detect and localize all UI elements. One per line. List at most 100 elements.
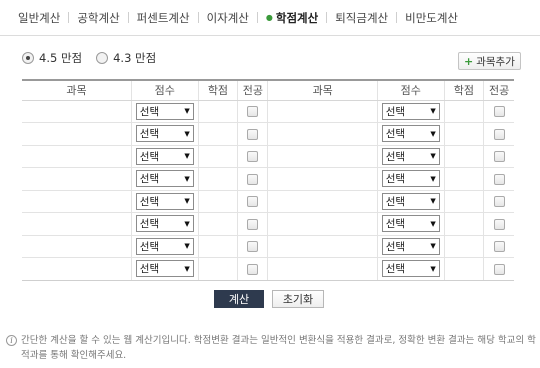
score-select[interactable]: 선택 ▼ bbox=[381, 237, 440, 255]
major-checkbox[interactable] bbox=[247, 173, 259, 185]
tab-bmi[interactable]: 비만도계산 bbox=[397, 0, 466, 36]
subject-input-cell[interactable] bbox=[22, 100, 132, 123]
dropdown-arrow-icon: ▼ bbox=[430, 264, 436, 273]
major-checkbox[interactable] bbox=[493, 173, 505, 185]
header-major: 전공 bbox=[483, 79, 514, 101]
major-cell bbox=[483, 145, 514, 168]
add-subject-button[interactable]: + 과목추가 bbox=[458, 52, 521, 70]
credit-input-cell[interactable] bbox=[443, 190, 484, 213]
major-checkbox[interactable] bbox=[247, 106, 259, 118]
credit-input-cell[interactable] bbox=[443, 257, 484, 281]
credit-input-cell[interactable] bbox=[443, 212, 484, 236]
score-select[interactable]: 선택 ▼ bbox=[381, 170, 440, 188]
subject-input-cell[interactable] bbox=[267, 235, 378, 258]
tab-grade[interactable]: ● 학점계산 bbox=[258, 0, 326, 36]
dropdown-arrow-icon: ▼ bbox=[184, 219, 190, 228]
subject-input-cell[interactable] bbox=[267, 100, 378, 123]
calculate-button[interactable]: 계산 bbox=[214, 290, 264, 308]
subject-input-cell[interactable] bbox=[22, 167, 132, 191]
score-cell: 선택 ▼ bbox=[130, 122, 199, 146]
credit-input-cell[interactable] bbox=[443, 145, 484, 168]
subject-input-cell[interactable] bbox=[22, 145, 132, 168]
credit-input-cell[interactable] bbox=[197, 235, 238, 258]
credit-input-cell[interactable] bbox=[197, 167, 238, 191]
major-checkbox[interactable] bbox=[247, 218, 259, 230]
credit-input-cell[interactable] bbox=[197, 145, 238, 168]
tab-general[interactable]: 일반계산 bbox=[10, 0, 68, 36]
info-note-text: 간단한 계산을 할 수 있는 웹 계산기입니다. 학점변환 결과는 일반적인 변… bbox=[21, 335, 536, 361]
score-select[interactable]: 선택 ▼ bbox=[381, 215, 440, 233]
subject-input-cell[interactable] bbox=[22, 235, 132, 258]
score-select[interactable]: 선택 ▼ bbox=[135, 192, 194, 210]
header-score: 점수 bbox=[376, 79, 445, 101]
score-select[interactable]: 선택 ▼ bbox=[381, 147, 440, 165]
tab-label: 학점계산 bbox=[275, 10, 319, 25]
score-select[interactable]: 선택 ▼ bbox=[381, 102, 440, 120]
major-checkbox[interactable] bbox=[493, 263, 505, 275]
subject-input-cell[interactable] bbox=[22, 257, 132, 281]
score-cell: 선택 ▼ bbox=[376, 100, 445, 123]
credit-input-cell[interactable] bbox=[443, 100, 484, 123]
grade-table: 과목 점수 학점 전공 과목 점수 학점 전공 선택 ▼ 선택 ▼ 선택 ▼ 선택 ▼ 선택 ▼ 선… bbox=[22, 79, 514, 281]
table-row: 선택 ▼ 선택 ▼ bbox=[22, 100, 514, 123]
tab-severance[interactable]: 퇴직금계산 bbox=[327, 0, 396, 36]
score-select-value: 선택 bbox=[139, 195, 160, 208]
dropdown-arrow-icon: ▼ bbox=[430, 197, 436, 206]
subject-input-cell[interactable] bbox=[22, 122, 132, 146]
score-select[interactable]: 선택 ▼ bbox=[135, 147, 194, 165]
major-checkbox[interactable] bbox=[247, 241, 259, 253]
credit-input-cell[interactable] bbox=[197, 100, 238, 123]
major-checkbox[interactable] bbox=[247, 196, 259, 208]
radio-unchecked-icon[interactable] bbox=[96, 52, 109, 64]
score-select[interactable]: 선택 ▼ bbox=[135, 170, 194, 188]
score-select-value: 선택 bbox=[139, 173, 160, 186]
score-select[interactable]: 선택 ▼ bbox=[381, 125, 440, 143]
subject-input-cell[interactable] bbox=[267, 212, 378, 236]
major-checkbox[interactable] bbox=[493, 128, 505, 140]
major-checkbox[interactable] bbox=[247, 151, 259, 163]
tab-label: 공학계산 bbox=[77, 10, 120, 25]
grade-table-body: 선택 ▼ 선택 ▼ 선택 ▼ 선택 ▼ 선택 ▼ 선택 ▼ 선택 ▼ 선택 ▼ 선택 ▼ 선택 ▼ 선택 ▼ 선택 ▼ 선택 ▼ 선… bbox=[22, 100, 514, 281]
tab-interest[interactable]: 이자계산 bbox=[199, 0, 257, 36]
credit-input-cell[interactable] bbox=[197, 122, 238, 146]
credit-input-cell[interactable] bbox=[197, 212, 238, 236]
reset-button[interactable]: 초기화 bbox=[272, 290, 324, 308]
credit-input-cell[interactable] bbox=[443, 235, 484, 258]
scale-4-3-option[interactable]: 4.3 만점 bbox=[96, 50, 156, 66]
scale-label: 4.5 만점 bbox=[39, 51, 83, 65]
subject-input-cell[interactable] bbox=[267, 122, 378, 146]
info-icon: i bbox=[6, 335, 17, 346]
tab-engineering[interactable]: 공학계산 bbox=[69, 0, 127, 36]
scale-4-5-option[interactable]: 4.5 만점 bbox=[22, 50, 82, 66]
subject-input-cell[interactable] bbox=[267, 190, 378, 213]
score-select[interactable]: 선택 ▼ bbox=[381, 192, 440, 210]
subject-input-cell[interactable] bbox=[22, 190, 132, 213]
scale-label: 4.3 만점 bbox=[113, 51, 157, 65]
score-select[interactable]: 선택 ▼ bbox=[135, 125, 194, 143]
radio-checked-icon[interactable] bbox=[22, 52, 34, 64]
tab-percent[interactable]: 퍼센트계산 bbox=[129, 0, 198, 36]
credit-input-cell[interactable] bbox=[197, 257, 238, 281]
major-checkbox[interactable] bbox=[247, 263, 259, 275]
credit-input-cell[interactable] bbox=[197, 190, 238, 213]
score-select[interactable]: 선택 ▼ bbox=[135, 260, 194, 278]
major-checkbox[interactable] bbox=[247, 128, 259, 140]
subject-input-cell[interactable] bbox=[267, 145, 378, 168]
major-checkbox[interactable] bbox=[493, 196, 505, 208]
score-select[interactable]: 선택 ▼ bbox=[135, 102, 194, 120]
subject-input-cell[interactable] bbox=[22, 212, 132, 236]
major-checkbox[interactable] bbox=[493, 218, 505, 230]
major-checkbox[interactable] bbox=[493, 151, 505, 163]
score-select[interactable]: 선택 ▼ bbox=[381, 260, 440, 278]
score-cell: 선택 ▼ bbox=[376, 145, 445, 168]
credit-input-cell[interactable] bbox=[443, 122, 484, 146]
score-select[interactable]: 선택 ▼ bbox=[135, 237, 194, 255]
dropdown-arrow-icon: ▼ bbox=[184, 197, 190, 206]
major-checkbox[interactable] bbox=[493, 106, 505, 118]
major-checkbox[interactable] bbox=[493, 241, 505, 253]
subject-input-cell[interactable] bbox=[267, 167, 378, 191]
subject-input-cell[interactable] bbox=[267, 257, 378, 281]
score-select[interactable]: 선택 ▼ bbox=[135, 215, 194, 233]
score-select-value: 선택 bbox=[385, 240, 406, 253]
credit-input-cell[interactable] bbox=[443, 167, 484, 191]
